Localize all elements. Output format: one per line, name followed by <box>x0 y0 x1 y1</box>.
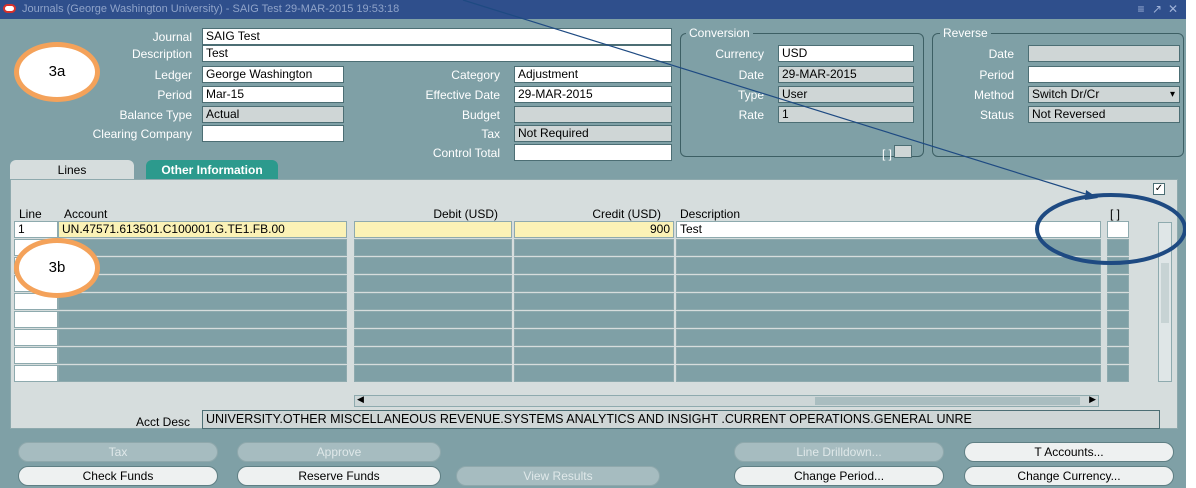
annotation-overlay <box>462 0 1186 265</box>
journals-window: Journals (George Washington University) … <box>0 0 1186 488</box>
annotation-arrow-line <box>462 0 1093 197</box>
callout-3b: 3b <box>14 238 100 298</box>
highlight-circle <box>1035 193 1186 265</box>
callout-3a: 3a <box>14 42 100 102</box>
